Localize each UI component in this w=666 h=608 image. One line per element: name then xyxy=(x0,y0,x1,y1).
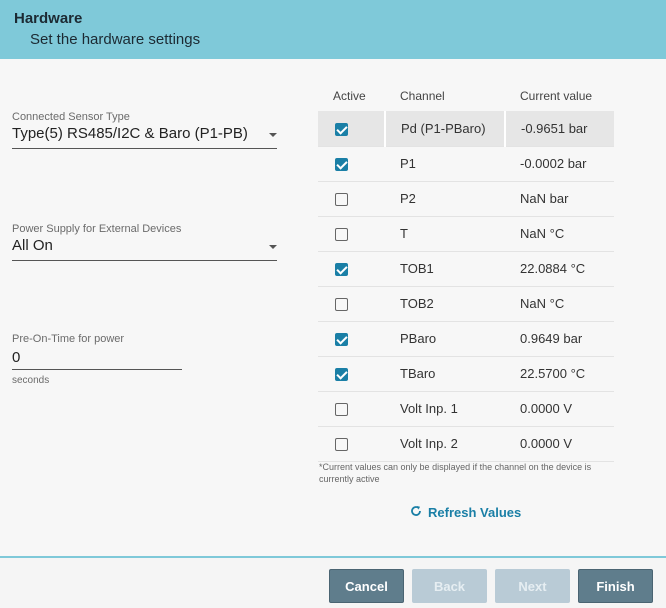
channel-value: NaN °C xyxy=(505,216,614,252)
channel-value: -0.9651 bar xyxy=(504,111,614,147)
active-checkbox[interactable] xyxy=(335,158,348,172)
refresh-values-button[interactable]: Refresh Values xyxy=(410,505,521,520)
table-row[interactable]: P2 NaN bar xyxy=(318,181,614,217)
dialog-header: Hardware Set the hardware settings xyxy=(0,0,666,59)
next-button[interactable]: Next xyxy=(495,569,570,603)
table-row[interactable]: Volt Inp. 1 0.0000 V xyxy=(318,391,614,427)
refresh-icon xyxy=(410,505,422,520)
channel-name: P1 xyxy=(385,146,505,182)
channel-value: NaN bar xyxy=(505,181,614,217)
channel-value: 22.0884 °C xyxy=(505,251,614,287)
channel-value: 0.9649 bar xyxy=(505,321,614,357)
channel-value: 0.0000 V xyxy=(505,426,614,462)
active-checkbox[interactable] xyxy=(335,368,348,382)
table-header-row: Active Channel Current value xyxy=(318,80,614,111)
table-row[interactable]: TOB2 NaN °C xyxy=(318,286,614,322)
power-supply-select[interactable]: All On xyxy=(12,237,277,254)
table-row[interactable]: T NaN °C xyxy=(318,216,614,252)
finish-button[interactable]: Finish xyxy=(578,569,653,603)
table-row[interactable]: Pd (P1-PBaro) -0.9651 bar xyxy=(318,111,614,147)
channel-value: 22.5700 °C xyxy=(505,356,614,392)
header-title: Hardware xyxy=(14,10,83,27)
column-header-channel: Channel xyxy=(400,88,445,103)
channel-name: P2 xyxy=(385,181,505,217)
power-supply-field[interactable]: Power Supply for External Devices All On xyxy=(12,223,277,254)
column-header-current-value: Current value xyxy=(520,88,593,103)
table-row[interactable]: Volt Inp. 2 0.0000 V xyxy=(318,426,614,462)
current-values-note: *Current values can only be displayed if… xyxy=(319,462,592,484)
column-header-active: Active xyxy=(333,88,366,103)
channel-name: TBaro xyxy=(385,356,505,392)
dialog-footer: Cancel Back Next Finish xyxy=(0,556,666,608)
refresh-values-label: Refresh Values xyxy=(428,505,522,520)
sensor-type-label: Connected Sensor Type xyxy=(12,111,130,123)
channel-value: NaN °C xyxy=(505,286,614,322)
header-subtitle: Set the hardware settings xyxy=(30,31,201,48)
pre-on-time-input[interactable]: 0 xyxy=(12,349,182,366)
sensor-type-underline xyxy=(12,148,277,149)
channel-name: PBaro xyxy=(385,321,505,357)
channel-value: 0.0000 V xyxy=(505,391,614,427)
channel-name: Volt Inp. 1 xyxy=(385,391,505,427)
sensor-type-field[interactable]: Connected Sensor Type Type(5) RS485/I2C … xyxy=(12,111,277,142)
table-row[interactable]: TBaro 22.5700 °C xyxy=(318,356,614,392)
active-checkbox[interactable] xyxy=(335,333,348,347)
channel-name: TOB2 xyxy=(385,286,505,322)
sensor-type-select[interactable]: Type(5) RS485/I2C & Baro (P1-PB) xyxy=(12,125,277,142)
active-checkbox[interactable] xyxy=(335,298,348,312)
active-checkbox[interactable] xyxy=(335,122,348,136)
active-checkbox[interactable] xyxy=(335,403,348,417)
active-checkbox[interactable] xyxy=(335,438,348,452)
active-checkbox[interactable] xyxy=(335,228,348,242)
pre-on-time-underline xyxy=(12,369,182,370)
power-supply-underline xyxy=(12,260,277,261)
channel-name: Volt Inp. 2 xyxy=(385,426,505,462)
pre-on-time-field[interactable]: Pre-On-Time for power 0 xyxy=(12,333,182,366)
table-row[interactable]: P1 -0.0002 bar xyxy=(318,146,614,182)
channel-value: -0.0002 bar xyxy=(505,146,614,182)
table-row[interactable]: PBaro 0.9649 bar xyxy=(318,321,614,357)
channel-name: TOB1 xyxy=(385,251,505,287)
channel-table: Active Channel Current value Pd (P1-PBar… xyxy=(318,80,614,462)
active-checkbox[interactable] xyxy=(335,263,348,277)
active-checkbox[interactable] xyxy=(335,193,348,207)
back-button[interactable]: Back xyxy=(412,569,487,603)
pre-on-time-unit: seconds xyxy=(12,375,50,386)
power-supply-label: Power Supply for External Devices xyxy=(12,223,182,235)
cancel-button[interactable]: Cancel xyxy=(329,569,404,603)
pre-on-time-label: Pre-On-Time for power xyxy=(12,333,125,345)
sensor-type-chevron-down-icon[interactable] xyxy=(269,133,277,137)
table-row[interactable]: TOB1 22.0884 °C xyxy=(318,251,614,287)
power-supply-chevron-down-icon[interactable] xyxy=(269,245,277,249)
channel-name: Pd (P1-PBaro) xyxy=(384,111,505,147)
channel-name: T xyxy=(385,216,505,252)
